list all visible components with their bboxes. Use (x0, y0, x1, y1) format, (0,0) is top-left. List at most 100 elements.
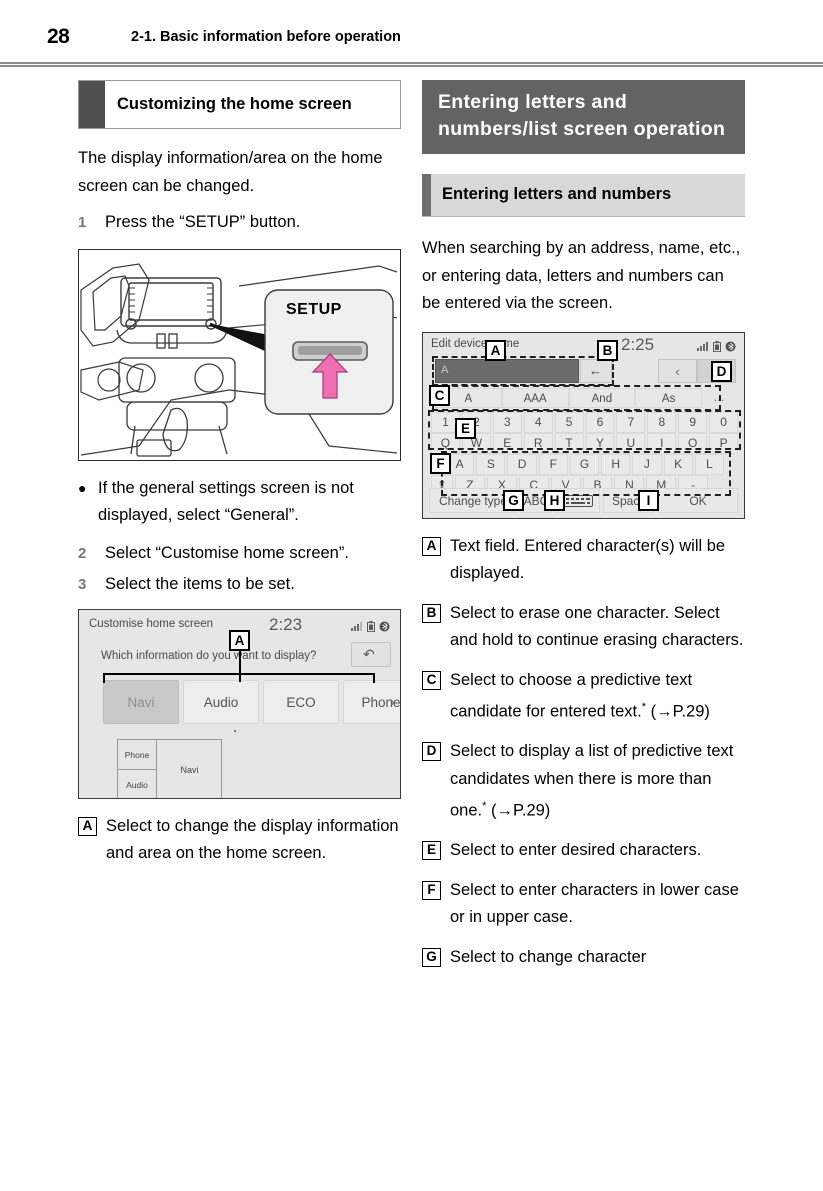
callout-d-ref: (→P.29) (491, 801, 551, 820)
note-bullet-text: If the general settings screen is not di… (98, 478, 354, 525)
bullet-dot-icon: ● (78, 479, 87, 496)
step-2: 2 Select “Customise home screen”. (78, 540, 401, 568)
screen-clock: 2:23 (269, 614, 303, 634)
keyboard-status-icons (697, 340, 736, 352)
leader-tick-left (103, 672, 105, 683)
left-column: Customizing the home screen The display … (78, 80, 401, 880)
step-3-number: 3 (78, 576, 87, 593)
step-1-text: Press the “SETUP” button. (105, 213, 301, 231)
callout-b: B Select to erase one character. Select … (422, 600, 745, 655)
step-1-number: 1 (78, 214, 87, 231)
marker-e: E (455, 417, 476, 439)
prev-page-icon[interactable]: ‹ (658, 358, 697, 383)
status-icons (351, 620, 390, 632)
callout-c-star: * (641, 701, 646, 713)
marker-h: H (544, 489, 565, 511)
layout-dot (234, 729, 236, 732)
callout-e-key: E (422, 841, 441, 860)
callout-d-key: D (422, 742, 441, 761)
callout-b-text: Select to erase one character. Select an… (450, 603, 744, 650)
callout-g-key: G (422, 947, 441, 967)
callout-a-key: A (422, 536, 441, 556)
callout-a: A Select to change the display informati… (78, 813, 401, 868)
callout-g-text: Select to change character (450, 947, 647, 966)
callout-b-key: B (422, 603, 441, 623)
screenshot-keyboard: Edit device name 2:25 A ← ‹ A AAA And As… (422, 331, 745, 519)
topic-tab (79, 81, 105, 128)
callout-g: G Select to change character (422, 944, 745, 972)
step-3: 3 Select the items to be set. (78, 571, 401, 599)
step-2-number: 2 (78, 544, 87, 562)
marker-i: I (638, 489, 659, 511)
preview-phone: Phone (118, 740, 156, 770)
back-arrow-icon: ↶ (363, 645, 375, 662)
screenshot-customise-home-screen: Customise home screen 2:23 Which informa… (78, 608, 401, 799)
callout-c-text: Select to choose a predictive text candi… (450, 667, 745, 727)
setup-callout-label: SETUP (286, 300, 342, 318)
marker-f: F (430, 452, 451, 474)
page-number: 28 (47, 25, 70, 48)
marker-g: G (503, 489, 524, 511)
battery-icon (367, 620, 375, 632)
section-heading: Entering letters and numbers/list screen… (422, 80, 745, 154)
callout-c: C Select to choose a predictive text can… (422, 667, 745, 727)
marker-c: C (429, 384, 450, 406)
tile-eco[interactable]: ECO (263, 679, 339, 724)
breadcrumb: 2-1. Basic information before operation (131, 29, 401, 45)
callout-d: D Select to display a list of predictive… (422, 738, 745, 825)
right-intro-paragraph: When searching by an address, name, etc.… (422, 239, 741, 312)
step-2-text: Select “Customise home screen”. (105, 543, 349, 562)
topic-heading-text: Customizing the home screen (117, 95, 352, 113)
callout-e-text: Select to enter desired characters. (450, 841, 702, 859)
annotation-box-candidates (432, 384, 721, 411)
home-layout-preview[interactable]: Phone Audio Navi (117, 738, 222, 798)
callout-a-key: A (78, 816, 97, 836)
sub-heading-tab (422, 174, 431, 216)
marker-d: D (711, 360, 732, 382)
signal-icon (697, 342, 708, 351)
sub-heading-entering-letters-and-numbers: Entering letters and numbers (422, 174, 745, 217)
figure-dashboard-setup-button: SETUP (78, 248, 401, 461)
header-divider (0, 62, 823, 67)
keyboard-glyph-icon (562, 495, 593, 508)
callout-a: A Text field. Entered character(s) will … (422, 533, 745, 588)
next-page-arrow-icon[interactable]: › (389, 692, 395, 712)
intro-paragraph: The display information/area on the home… (78, 149, 383, 195)
step-1: 1 Press the “SETUP” button. (78, 209, 401, 237)
callout-d-text: Select to display a list of predictive t… (450, 738, 745, 825)
preview-left-column: Phone Audio (118, 739, 157, 798)
annotation-box-textfield (432, 355, 614, 386)
keyboard-screen-clock: 2:25 (621, 334, 655, 354)
preview-audio: Audio (126, 779, 148, 790)
callout-a-text: Text field. Entered character(s) will be… (450, 536, 726, 583)
manual-page: 28 2-1. Basic information before operati… (0, 0, 823, 1191)
signal-icon (351, 622, 362, 631)
dashboard-illustration (79, 249, 399, 459)
marker-a: A (485, 339, 506, 361)
battery-icon (713, 340, 721, 352)
callout-f: F Select to enter characters in lower ca… (422, 877, 745, 932)
preview-navi: Navi (180, 764, 199, 775)
callout-d-star: * (482, 800, 487, 812)
marker-a: A (229, 629, 250, 651)
sub-heading-text: Entering letters and numbers (442, 185, 672, 203)
bluetooth-icon (725, 341, 736, 351)
callout-c-key: C (422, 670, 441, 690)
step-3-text: Select the items to be set. (105, 575, 295, 593)
topic-heading-customizing-home-screen: Customizing the home screen (78, 80, 401, 129)
leader-line-a-horizontal (103, 672, 375, 675)
callout-f-key: F (422, 880, 441, 900)
tile-navi[interactable]: Navi (103, 679, 179, 724)
callout-f-text: Select to enter characters in lower case… (450, 880, 739, 927)
back-button[interactable]: ↶ (351, 641, 391, 667)
callout-c-ref: (→P.29) (650, 702, 710, 721)
note-bullet: ● If the general settings screen is not … (78, 475, 401, 530)
annotation-box-keys-lower (441, 450, 731, 496)
tile-audio[interactable]: Audio (183, 679, 259, 724)
leader-tick-right (373, 672, 375, 683)
right-column: Entering letters and numbers/list screen… (422, 80, 745, 983)
bluetooth-icon (379, 621, 390, 631)
screen-title: Customise home screen (89, 617, 213, 630)
callout-a-text: Select to change the display information… (106, 816, 399, 863)
marker-b: B (597, 339, 618, 361)
